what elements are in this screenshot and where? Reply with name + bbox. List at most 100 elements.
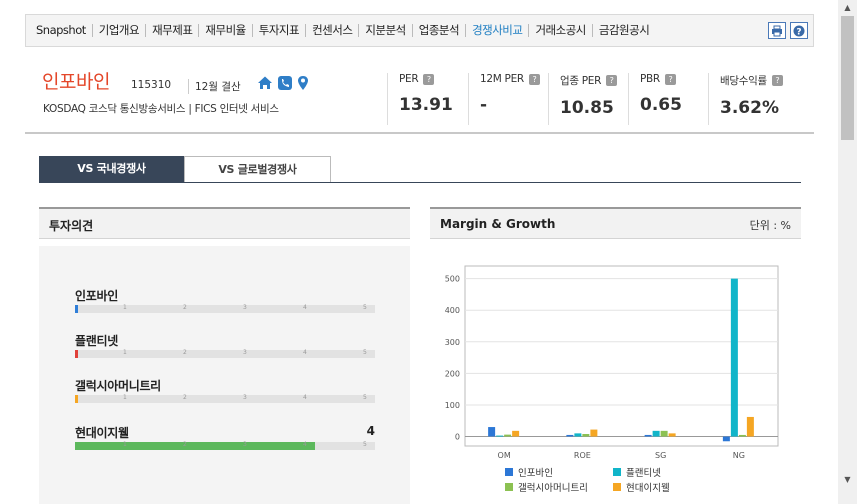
chart-bar bbox=[730, 278, 738, 437]
nav-item[interactable]: 경쟁사비교 bbox=[466, 24, 530, 37]
opinion-tick-label: 5 bbox=[363, 304, 367, 311]
opinion-tick-label: 1 bbox=[123, 441, 127, 448]
chart-bar bbox=[582, 434, 590, 437]
nav-item[interactable]: 투자지표 bbox=[253, 24, 307, 37]
location-icon[interactable] bbox=[297, 75, 309, 91]
home-icon[interactable] bbox=[257, 75, 273, 91]
opinion-tick-label: 2 bbox=[183, 304, 187, 311]
y-tick-label: 500 bbox=[445, 275, 460, 284]
metric-pbr: PBR? 0.65 bbox=[628, 73, 682, 125]
opinion-row: 인포바인 1 2 3 4 5 bbox=[75, 287, 375, 313]
opinion-tick-label: 2 bbox=[183, 394, 187, 401]
margin-panel-unit: 단위 : % bbox=[749, 219, 791, 232]
nav-item[interactable]: 재무제표 bbox=[146, 24, 200, 37]
help-button[interactable]: ? bbox=[790, 22, 808, 39]
scrollbar-thumb[interactable] bbox=[841, 16, 854, 140]
nav-item[interactable]: 거래소공시 bbox=[529, 24, 593, 37]
opinion-tick-label: 4 bbox=[303, 349, 307, 356]
opinion-row: 플랜티넷 1 2 3 4 5 bbox=[75, 332, 375, 358]
nav-item[interactable]: 지분분석 bbox=[359, 24, 413, 37]
metric-value: - bbox=[480, 95, 488, 115]
opinion-tick-label: 3 bbox=[243, 304, 247, 311]
metric-value: 3.62% bbox=[720, 98, 779, 118]
x-tick-label: SG bbox=[655, 451, 666, 460]
chart-bar bbox=[512, 430, 520, 437]
opinion-tick-label: 5 bbox=[363, 349, 367, 356]
metric-value: 0.65 bbox=[640, 95, 682, 115]
opinion-tick-label: 5 bbox=[363, 394, 367, 401]
chart-bar bbox=[566, 434, 574, 437]
metric-label: 배당수익률 bbox=[720, 75, 767, 87]
opinion-tick-label: 1 bbox=[123, 394, 127, 401]
opinion-row: 현대이지웰 4 1 2 3 4 5 bbox=[75, 424, 375, 450]
scroll-up-icon[interactable]: ▲ bbox=[841, 2, 854, 14]
opinion-bar: 1 2 3 4 5 bbox=[75, 441, 375, 450]
chart-bar bbox=[722, 436, 730, 442]
opinion-tick-label: 5 bbox=[363, 441, 367, 448]
opinion-company-name: 플랜티넷 bbox=[75, 334, 118, 348]
nav-item[interactable]: 컨센서스 bbox=[306, 24, 360, 37]
opinion-bar: 1 2 3 4 5 bbox=[75, 394, 375, 403]
chart-bar bbox=[504, 434, 512, 437]
opinion-tick-label: 3 bbox=[243, 349, 247, 356]
opinion-bar: 1 2 3 4 5 bbox=[75, 304, 375, 313]
tab-global-peers[interactable]: VS 글로벌경쟁사 bbox=[184, 156, 331, 182]
nav-menu: Snapshot 기업개요 재무제표 재무비율 투자지표 컨센서스 지분분석 업종분석 경쟁사비… bbox=[36, 24, 655, 37]
legend-label: 갤럭시아머니트리 bbox=[518, 482, 588, 494]
tab-domestic-peers[interactable]: VS 국내경쟁사 bbox=[39, 156, 184, 182]
opinion-bar: 1 2 3 4 5 bbox=[75, 349, 375, 358]
opinion-row: 갤럭시아머니트리 1 2 3 4 5 bbox=[75, 377, 375, 403]
chart-bar bbox=[668, 433, 676, 437]
nav-item[interactable]: Snapshot bbox=[36, 24, 93, 37]
question-icon[interactable]: ? bbox=[771, 75, 783, 86]
question-icon[interactable]: ? bbox=[423, 73, 435, 85]
legend-label: 현대이지웰 bbox=[626, 483, 670, 494]
opinion-tick-label: 3 bbox=[243, 441, 247, 448]
nav-item[interactable]: 재무비율 bbox=[199, 24, 253, 37]
opinion-panel-body bbox=[39, 246, 410, 504]
opinion-tick-label: 1 bbox=[123, 349, 127, 356]
metric-per: PER? 13.91 bbox=[387, 73, 453, 125]
nav-item[interactable]: 기업개요 bbox=[93, 24, 147, 37]
chart-bar bbox=[652, 430, 660, 437]
opinion-bar-fill bbox=[75, 395, 78, 403]
chart-bar bbox=[660, 430, 668, 437]
opinion-company-name: 갤럭시아머니트리 bbox=[75, 379, 161, 393]
question-icon[interactable]: ? bbox=[606, 75, 618, 86]
metric-dividend-yield: 배당수익률? 3.62% bbox=[708, 73, 783, 125]
opinion-company-name: 현대이지웰 bbox=[75, 426, 129, 440]
x-tick-label: ROE bbox=[574, 451, 591, 460]
help-icon: ? bbox=[793, 25, 805, 37]
phone-icon[interactable] bbox=[277, 75, 293, 91]
company-classification: KOSDAQ 코스닥 통신방송서비스 | FICS 인터넷 서비스 bbox=[43, 103, 279, 115]
legend-label: 인포바인 bbox=[518, 468, 553, 479]
opinion-panel-header: 투자의견 bbox=[39, 207, 410, 239]
metric-label: 12M PER bbox=[480, 73, 524, 85]
margin-growth-chart: 0 100 200 300 400 500 OM ROE SG NG 인포바인 플랜티넷 갤럭시아머니트… bbox=[430, 246, 801, 504]
legend-swatch bbox=[613, 483, 621, 491]
opinion-bar-fill bbox=[75, 305, 78, 313]
chart-bar bbox=[574, 433, 582, 437]
margin-growth-chart-svg: 0 100 200 300 400 500 OM ROE SG NG 인포바인 플랜티넷갤럭시아머니트… bbox=[445, 265, 779, 494]
legend-swatch bbox=[613, 468, 621, 476]
question-icon[interactable]: ? bbox=[664, 73, 676, 85]
scroll-down-icon[interactable]: ▼ bbox=[841, 474, 854, 486]
print-button[interactable] bbox=[768, 22, 786, 39]
opinion-company-name: 인포바인 bbox=[75, 289, 118, 303]
x-tick-label: OM bbox=[498, 451, 511, 460]
opinion-bar-fill bbox=[75, 350, 78, 358]
chart-bar bbox=[746, 416, 754, 437]
nav-item[interactable]: 업종분석 bbox=[413, 24, 467, 37]
opinion-tick-label: 2 bbox=[183, 349, 187, 356]
nav-item[interactable]: 금감원공시 bbox=[593, 24, 655, 37]
margin-panel-title: Margin & Growth bbox=[440, 217, 556, 231]
opinion-tick-label: 4 bbox=[303, 441, 307, 448]
chart-bar bbox=[644, 434, 652, 437]
metric-12m-per: 12M PER? - bbox=[468, 73, 540, 125]
settlement-month: 12월 결산 bbox=[188, 79, 241, 94]
question-icon[interactable]: ? bbox=[528, 73, 540, 85]
chart-bar bbox=[488, 427, 496, 437]
metric-label: PER bbox=[399, 73, 419, 85]
opinion-tick-label: 4 bbox=[303, 394, 307, 401]
y-tick-label: 100 bbox=[445, 401, 460, 410]
